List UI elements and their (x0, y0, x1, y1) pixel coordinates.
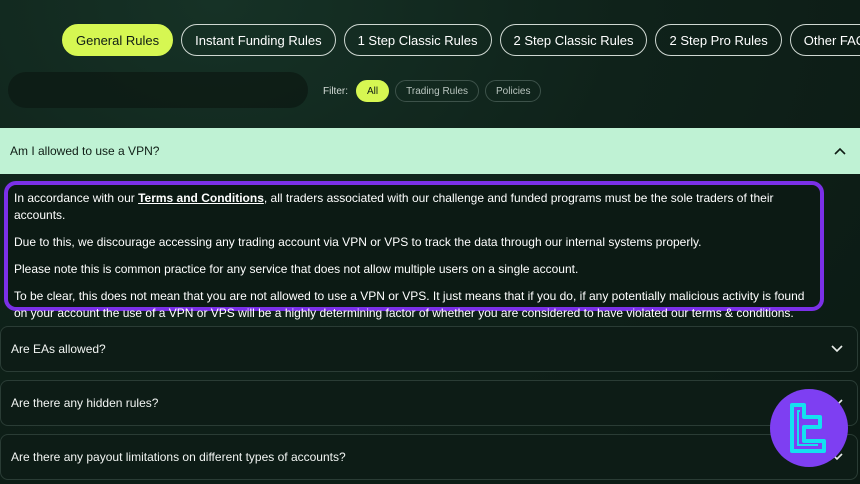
tab-general-rules[interactable]: General Rules (62, 24, 174, 56)
answer-paragraph: In accordance with our Terms and Conditi… (14, 190, 814, 224)
answer-paragraph: To be clear, this does not mean that you… (14, 289, 805, 320)
terms-and-conditions-link[interactable]: Terms and Conditions (138, 191, 264, 205)
filter-bar: Filter: All Trading Rules Policies (323, 80, 542, 102)
rules-tab-bar: General Rules Instant Funding Rules 1 St… (62, 24, 860, 56)
chevron-up-icon[interactable] (834, 147, 846, 155)
brand-logo (770, 389, 848, 467)
answer-paragraph: Due to this, we discourage accessing any… (14, 235, 702, 249)
tab-1-step-classic-rules[interactable]: 1 Step Classic Rules (343, 24, 492, 56)
tab-instant-funding-rules[interactable]: Instant Funding Rules (181, 24, 336, 56)
faq-item[interactable]: Are there any hidden rules? (0, 380, 858, 426)
tab-other-faqs[interactable]: Other FAQs (789, 24, 860, 56)
filter-chip-policies[interactable]: Policies (485, 80, 542, 102)
tab-2-step-pro-rules[interactable]: 2 Step Pro Rules (655, 24, 782, 56)
chevron-down-icon[interactable] (831, 345, 843, 353)
faq-question: Are there any hidden rules? (11, 396, 159, 410)
answer-paragraph: Please note this is common practice for … (14, 262, 579, 276)
faq-question: Am I allowed to use a VPN? (10, 144, 160, 158)
brand-logo-mark (790, 403, 826, 453)
filter-label: Filter: (323, 85, 348, 97)
filter-chip-trading-rules[interactable]: Trading Rules (395, 80, 480, 102)
faq-question: Are there any payout limitations on diff… (11, 450, 346, 464)
decorative-shadow (8, 72, 308, 108)
filter-chip-all[interactable]: All (356, 80, 390, 102)
faq-item[interactable]: Are there any payout limitations on diff… (0, 434, 858, 480)
answer-text: In accordance with our (14, 191, 139, 205)
faq-answer-panel: In accordance with our Terms and Conditi… (4, 181, 824, 320)
tab-2-step-classic-rules[interactable]: 2 Step Classic Rules (499, 24, 648, 56)
faq-question: Are EAs allowed? (11, 342, 106, 356)
faq-item-open-header[interactable]: Am I allowed to use a VPN? (0, 128, 860, 174)
faq-item[interactable]: Are EAs allowed? (0, 326, 858, 372)
